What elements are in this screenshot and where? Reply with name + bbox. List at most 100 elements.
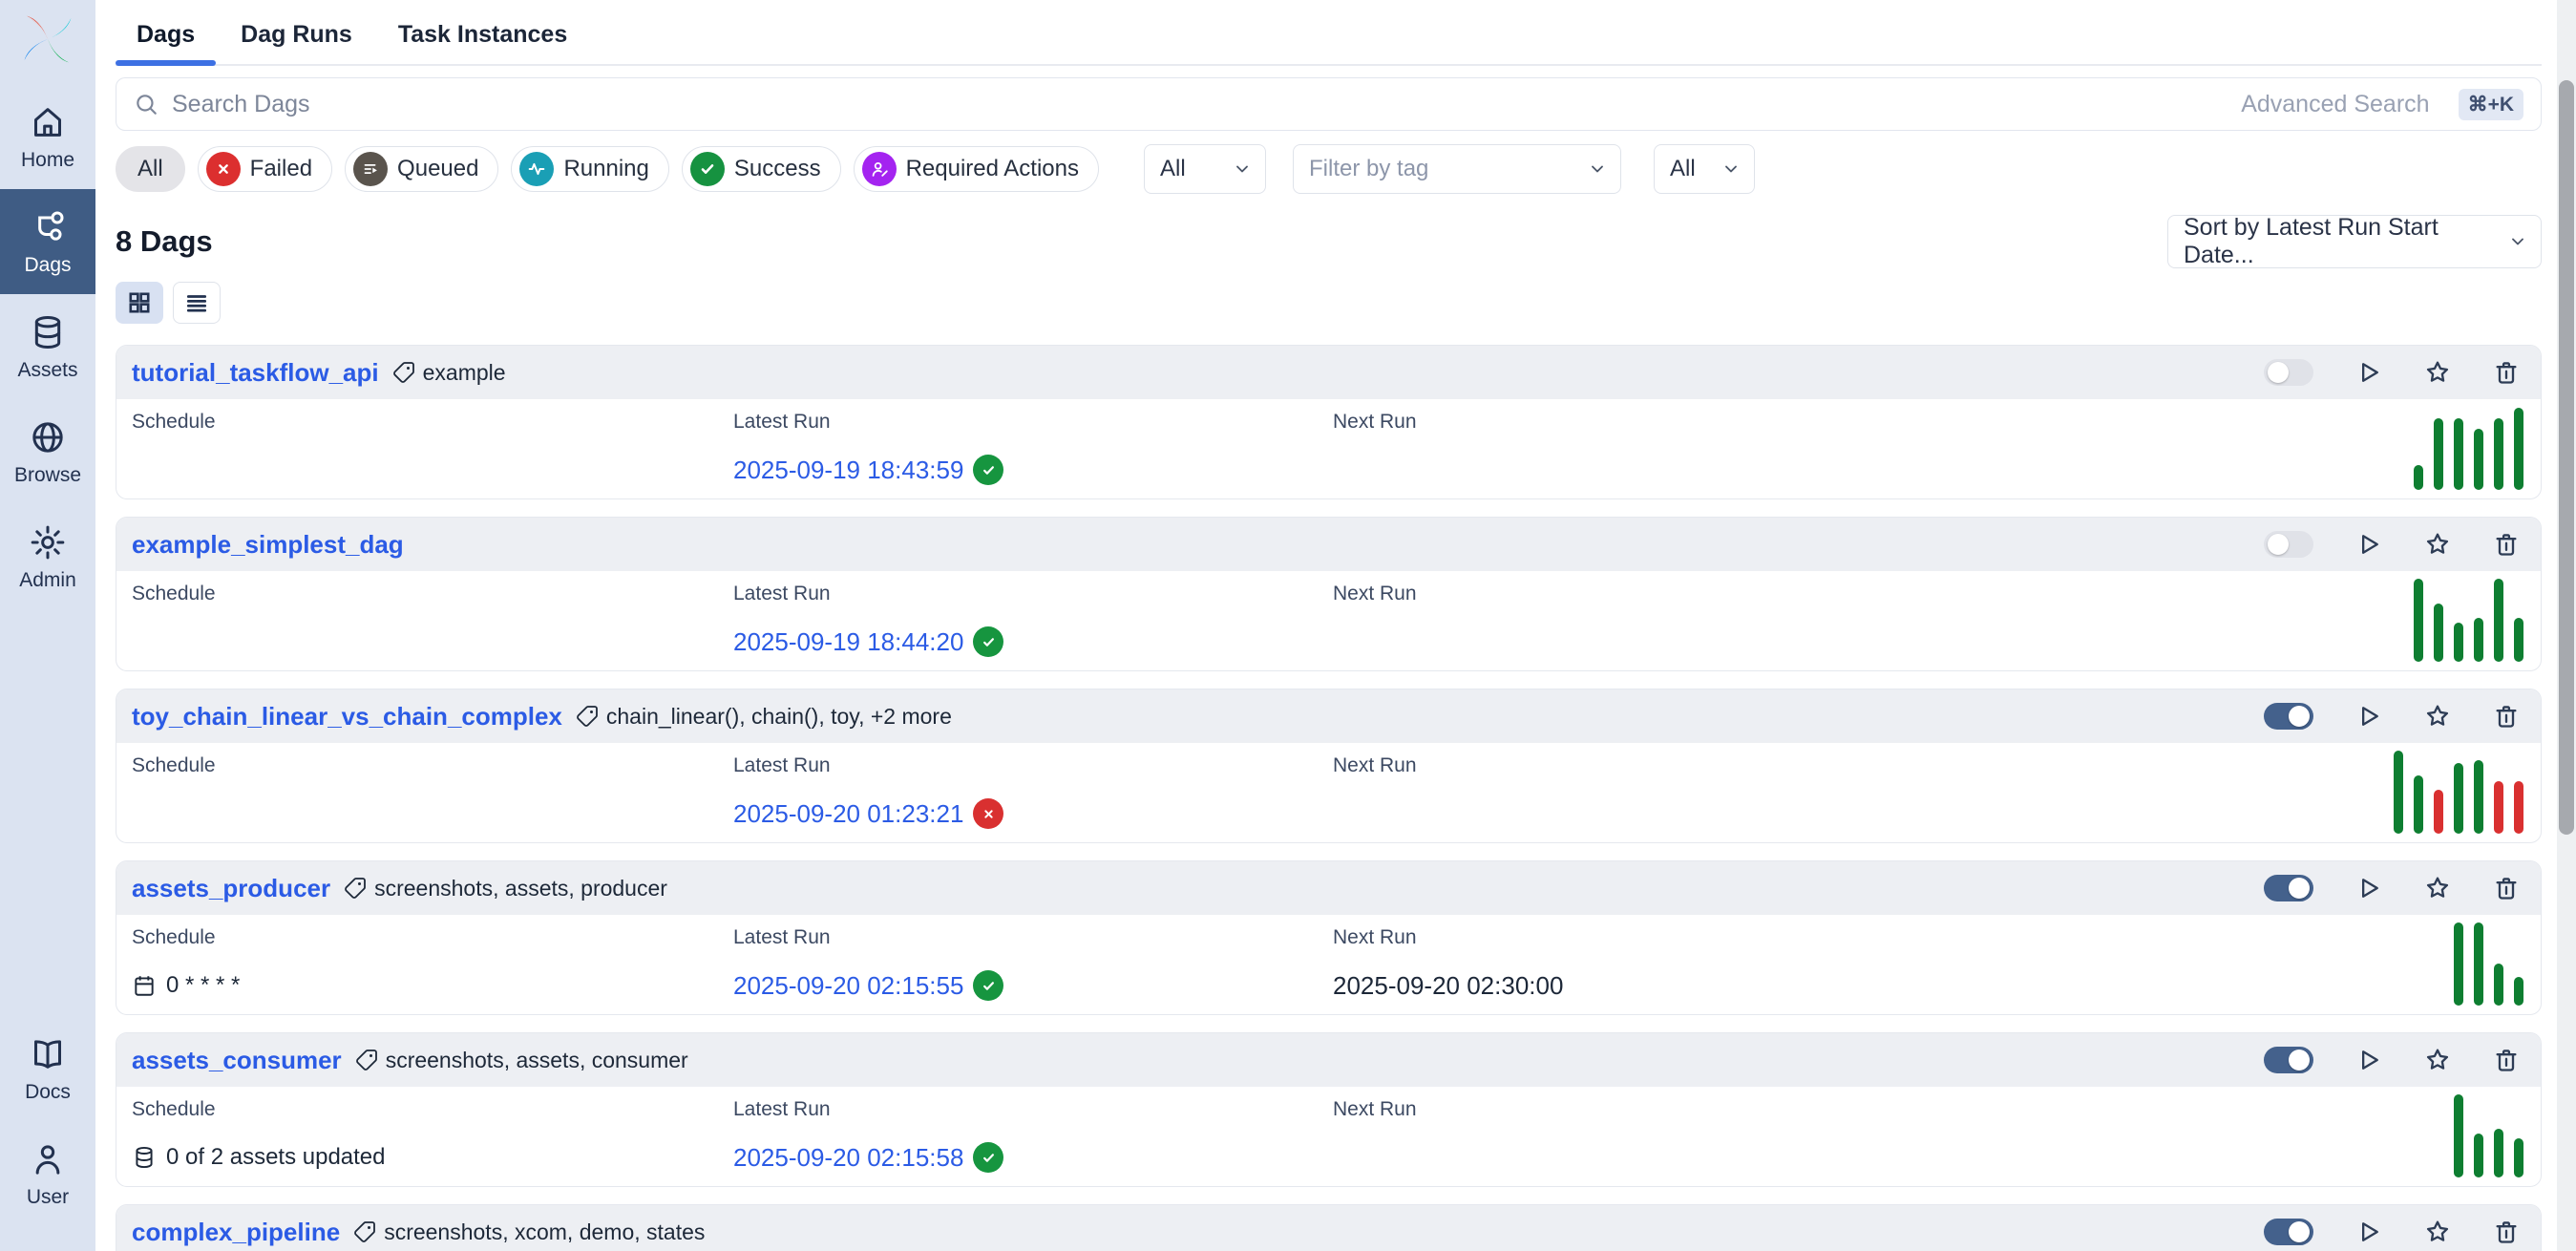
sidebar-item-assets[interactable]: Assets	[0, 294, 95, 399]
filter-chip-running[interactable]: Running	[511, 146, 668, 192]
tab-dags[interactable]: Dags	[116, 11, 216, 64]
delete-dag-button[interactable]	[2493, 1219, 2520, 1245]
run-bar[interactable]	[2514, 781, 2523, 834]
sidebar-item-browse[interactable]: Browse	[0, 399, 95, 504]
airflow-logo[interactable]	[0, 0, 95, 84]
dag-name-link[interactable]: tutorial_taskflow_api	[132, 358, 379, 388]
required-actions-circle-icon	[862, 152, 897, 186]
delete-dag-button[interactable]	[2493, 1047, 2520, 1073]
state-dropdown[interactable]: All	[1144, 144, 1266, 194]
dag-pause-toggle[interactable]	[2264, 875, 2313, 901]
dag-pause-toggle[interactable]	[2264, 1047, 2313, 1073]
advanced-search-link[interactable]: Advanced Search	[2241, 91, 2429, 118]
run-bar[interactable]	[2454, 623, 2463, 662]
trigger-dag-button[interactable]	[2355, 1047, 2382, 1073]
run-bar[interactable]	[2434, 604, 2443, 662]
run-bar[interactable]	[2454, 763, 2463, 834]
run-bar[interactable]	[2514, 618, 2523, 662]
sort-dropdown[interactable]: Sort by Latest Run Start Date...	[2167, 215, 2542, 268]
dag-runs-mini-chart[interactable]	[2371, 915, 2523, 1014]
run-bar[interactable]	[2434, 418, 2443, 490]
latest-run-link[interactable]: 2025-09-20 02:15:55	[733, 971, 963, 1001]
tab-task-instances[interactable]: Task Instances	[377, 11, 588, 64]
run-bar[interactable]	[2474, 760, 2483, 834]
trigger-dag-button[interactable]	[2355, 703, 2382, 730]
tab-dag-runs[interactable]: Dag Runs	[220, 11, 373, 64]
sidebar-item-user[interactable]: User	[0, 1121, 95, 1226]
sidebar-item-home[interactable]: Home	[0, 84, 95, 189]
owner-dropdown[interactable]: All	[1654, 144, 1755, 194]
filter-chip-failed[interactable]: Failed	[198, 146, 332, 192]
dag-pause-toggle[interactable]	[2264, 1219, 2313, 1245]
dag-runs-mini-chart[interactable]	[2371, 1087, 2523, 1186]
run-bar[interactable]	[2514, 977, 2523, 1006]
run-bar[interactable]	[2494, 964, 2503, 1006]
delete-dag-button[interactable]	[2493, 531, 2520, 558]
grid-view-button[interactable]	[116, 282, 163, 324]
favorite-dag-button[interactable]	[2424, 875, 2451, 901]
run-bar[interactable]	[2474, 429, 2483, 490]
run-bar[interactable]	[2454, 1094, 2463, 1177]
dag-pause-toggle[interactable]	[2264, 531, 2313, 558]
dag-name-link[interactable]: assets_producer	[132, 874, 330, 903]
run-bar[interactable]	[2454, 418, 2463, 490]
dag-pause-toggle[interactable]	[2264, 703, 2313, 730]
dag-name-link[interactable]: toy_chain_linear_vs_chain_complex	[132, 702, 562, 732]
sidebar-item-docs[interactable]: Docs	[0, 1016, 95, 1121]
filter-chip-all[interactable]: All	[116, 146, 185, 192]
run-bar[interactable]	[2494, 418, 2503, 490]
dag-runs-mini-chart[interactable]	[2371, 399, 2523, 498]
dag-name-link[interactable]: complex_pipeline	[132, 1218, 340, 1247]
latest-run-link[interactable]: 2025-09-20 02:15:58	[733, 1143, 963, 1173]
run-bar[interactable]	[2434, 790, 2443, 834]
dag-pause-toggle[interactable]	[2264, 359, 2313, 386]
dag-runs-mini-chart[interactable]	[2371, 743, 2523, 842]
run-bar[interactable]	[2494, 579, 2503, 662]
dag-card: example_simplest_dag	[116, 517, 2542, 671]
favorite-dag-button[interactable]	[2424, 1219, 2451, 1245]
run-bar[interactable]	[2474, 1134, 2483, 1177]
favorite-dag-button[interactable]	[2424, 531, 2451, 558]
favorite-dag-button[interactable]	[2424, 703, 2451, 730]
delete-dag-button[interactable]	[2493, 703, 2520, 730]
sidebar-item-dags[interactable]: Dags	[0, 189, 95, 294]
page-scrollbar[interactable]	[2557, 0, 2576, 1251]
search-input[interactable]	[172, 91, 2228, 118]
dag-name-link[interactable]: assets_consumer	[132, 1046, 342, 1075]
latest-run-link[interactable]: 2025-09-19 18:43:59	[733, 456, 963, 485]
dag-tags: example	[423, 360, 506, 386]
favorite-dag-button[interactable]	[2424, 1047, 2451, 1073]
run-bar[interactable]	[2514, 1138, 2523, 1177]
dag-tag-group: screenshots, xcom, demo, states	[353, 1219, 705, 1245]
latest-run-link[interactable]: 2025-09-19 18:44:20	[733, 627, 963, 657]
run-bar[interactable]	[2494, 781, 2503, 834]
filter-chip-queued[interactable]: Queued	[345, 146, 498, 192]
tag-filter-dropdown[interactable]: Filter by tag	[1293, 144, 1621, 194]
delete-dag-button[interactable]	[2493, 875, 2520, 901]
dag-card-header: example_simplest_dag	[116, 518, 2541, 571]
scrollbar-thumb[interactable]	[2559, 80, 2574, 835]
run-bar[interactable]	[2414, 775, 2423, 834]
run-bar[interactable]	[2454, 922, 2463, 1006]
trigger-dag-button[interactable]	[2355, 531, 2382, 558]
trigger-dag-button[interactable]	[2355, 1219, 2382, 1245]
delete-dag-button[interactable]	[2493, 359, 2520, 386]
run-bar[interactable]	[2414, 579, 2423, 662]
success-circle-icon	[690, 152, 725, 186]
sidebar-item-admin[interactable]: Admin	[0, 504, 95, 609]
run-bar[interactable]	[2494, 1129, 2503, 1177]
run-bar[interactable]	[2414, 465, 2423, 490]
filter-chip-success[interactable]: Success	[682, 146, 841, 192]
run-bar[interactable]	[2474, 618, 2483, 662]
dag-runs-mini-chart[interactable]	[2371, 571, 2523, 670]
trigger-dag-button[interactable]	[2355, 359, 2382, 386]
favorite-dag-button[interactable]	[2424, 359, 2451, 386]
latest-run-link[interactable]: 2025-09-20 01:23:21	[733, 799, 963, 829]
run-bar[interactable]	[2474, 922, 2483, 1006]
run-bar[interactable]	[2514, 408, 2523, 490]
trigger-dag-button[interactable]	[2355, 875, 2382, 901]
run-bar[interactable]	[2394, 751, 2403, 834]
dag-name-link[interactable]: example_simplest_dag	[132, 530, 404, 560]
filter-chip-required-actions[interactable]: Required Actions	[854, 146, 1099, 192]
list-view-button[interactable]	[173, 282, 221, 324]
